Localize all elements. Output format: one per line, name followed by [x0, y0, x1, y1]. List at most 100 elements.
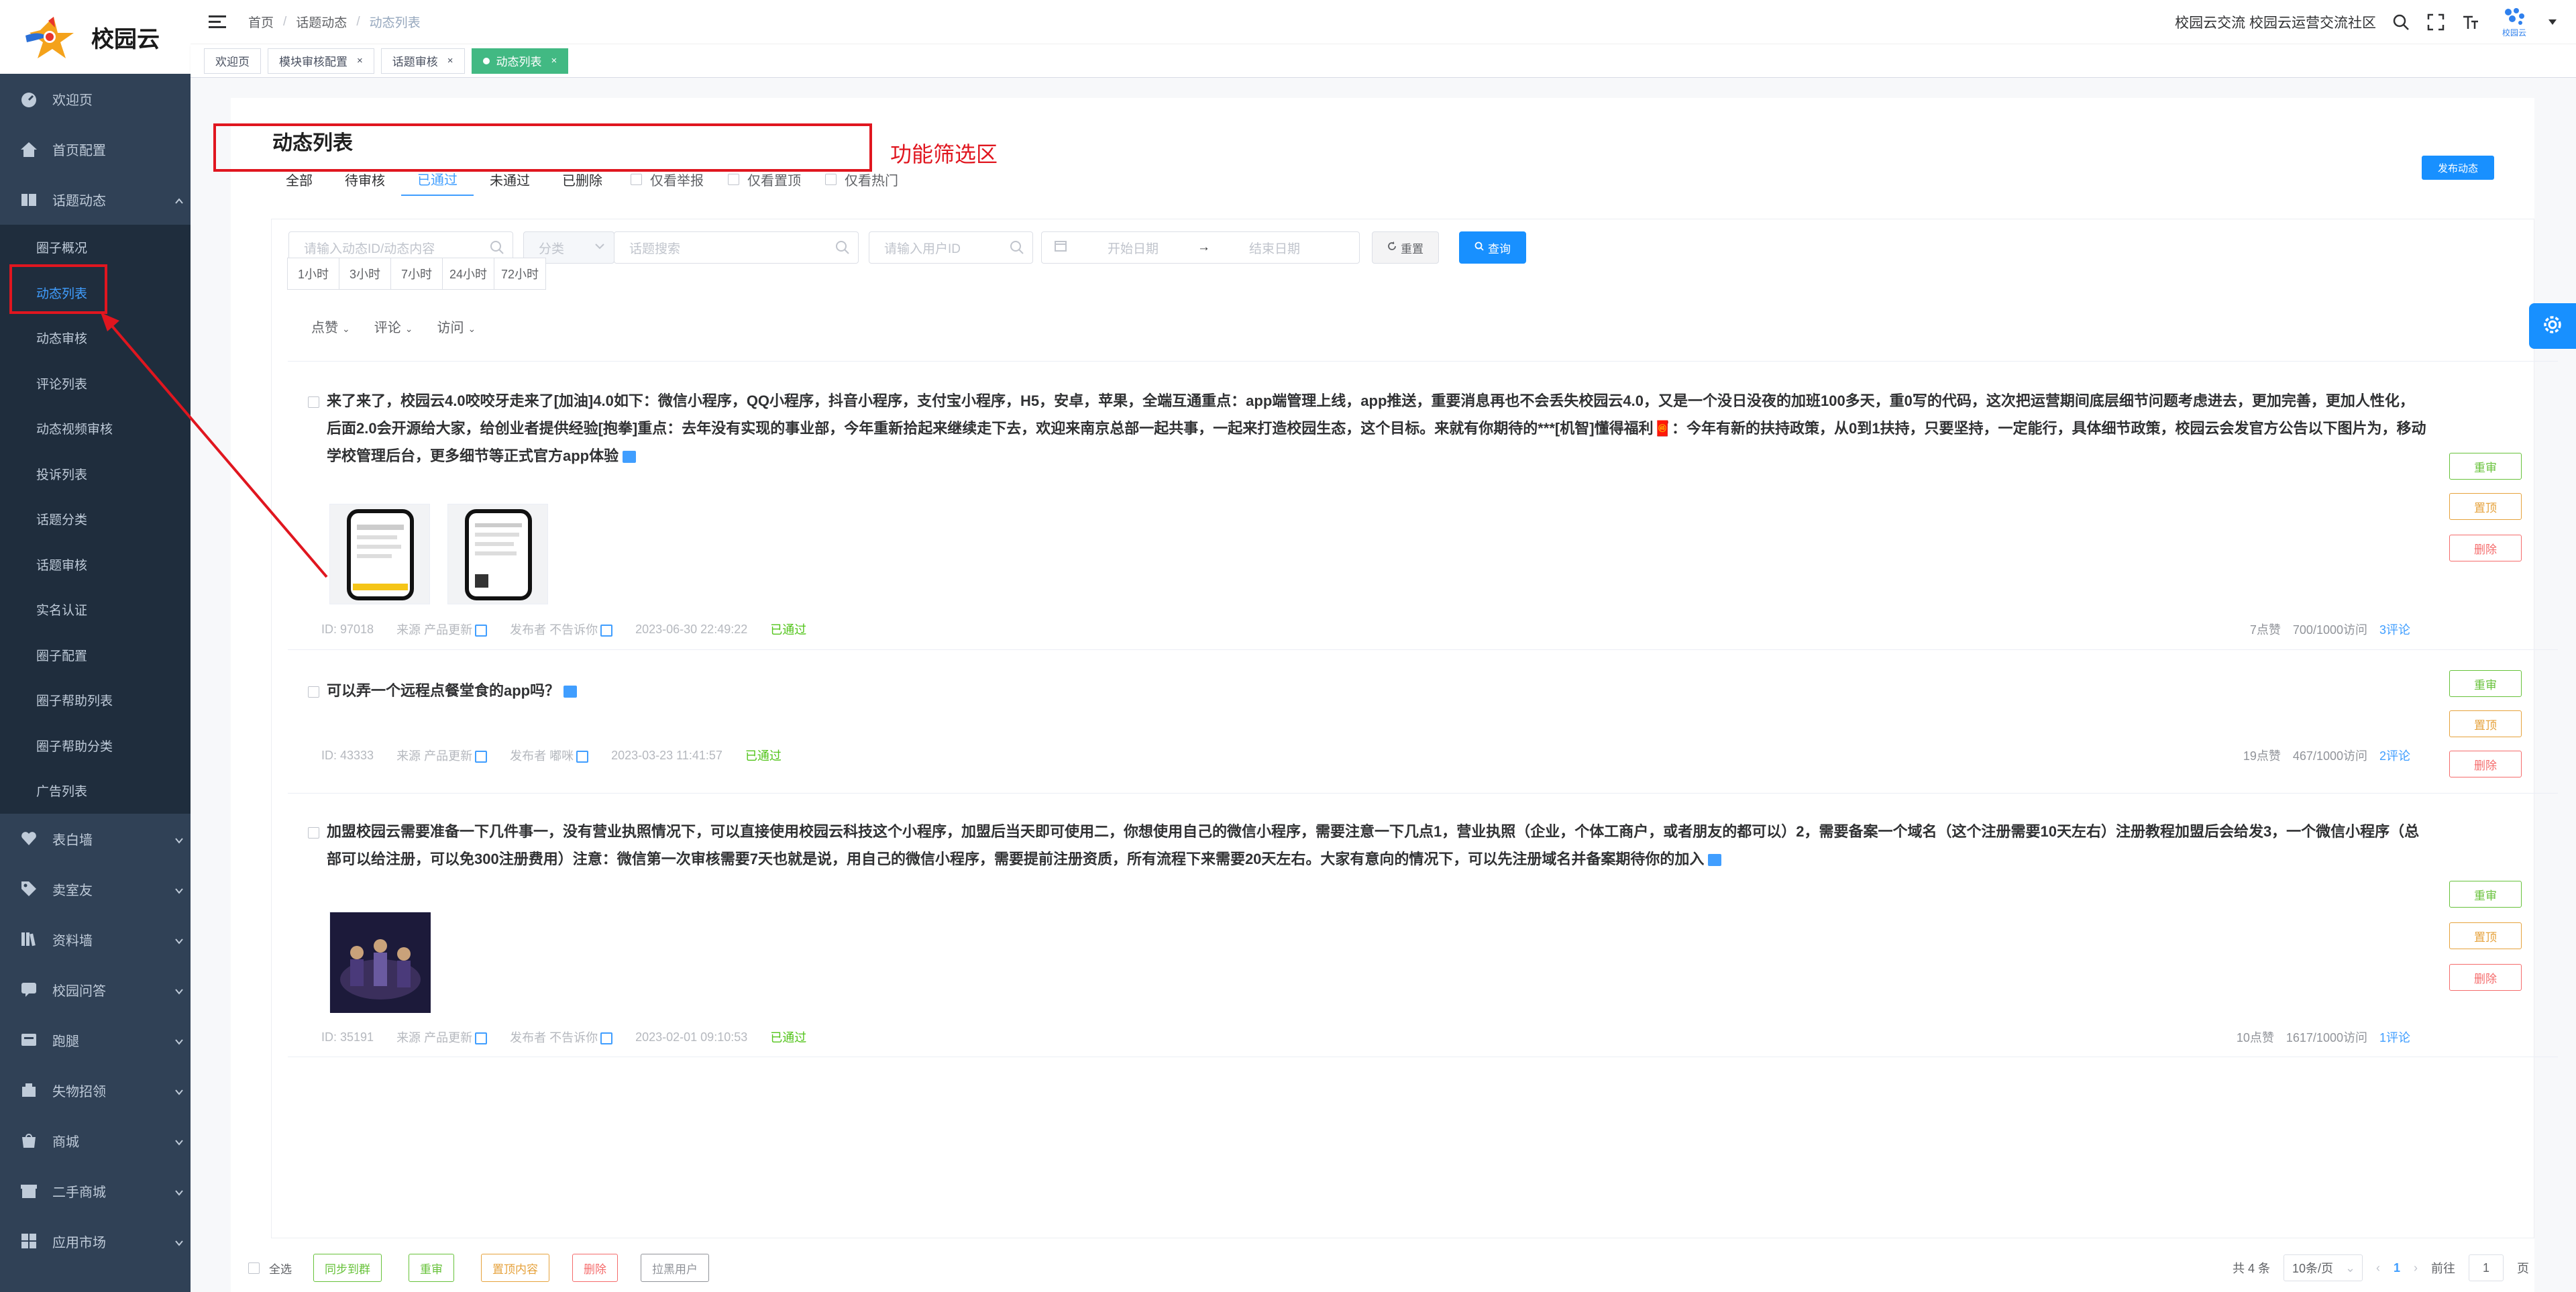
publish-post-button[interactable]: 发布动态 [2422, 156, 2494, 180]
page-size-select[interactable]: 10条/页 ⌄ [2283, 1254, 2363, 1281]
post-checkbox[interactable] [308, 827, 319, 839]
batch-delete-button[interactable]: 删除 [572, 1254, 618, 1282]
sidebar-item-app-market[interactable]: 应用市场 [0, 1216, 191, 1267]
goto-page-input[interactable]: 1 [2469, 1254, 2504, 1281]
avatar[interactable]: 校园云 [2496, 3, 2533, 41]
settings-tab[interactable] [2529, 303, 2576, 349]
pin-button[interactable]: 置顶 [2449, 922, 2522, 949]
review-button[interactable]: 重审 [2449, 670, 2522, 697]
sidebar-item-library[interactable]: 资料墙 [0, 914, 191, 965]
close-icon[interactable]: × [447, 55, 453, 66]
post-image[interactable] [447, 504, 548, 604]
sidebar-subitem[interactable]: 圈子帮助分类 [0, 723, 191, 769]
hamburger-icon[interactable] [204, 9, 231, 36]
time-filter-button[interactable]: 7小时 [390, 258, 443, 290]
sort-comments[interactable]: 评论 ⌄ [374, 317, 413, 336]
review-button[interactable]: 重审 [2449, 453, 2522, 480]
sidebar-subitem[interactable]: 评论列表 [0, 361, 191, 407]
batch-pin-button[interactable]: 置顶内容 [481, 1254, 549, 1282]
comments-count[interactable]: 1评论 [2379, 1028, 2410, 1046]
sidebar-subitem[interactable]: 话题分类 [0, 496, 191, 542]
author-edit-icon[interactable] [576, 751, 589, 763]
source-edit-icon[interactable] [475, 625, 488, 637]
sidebar-subitem[interactable]: 动态审核 [0, 315, 191, 361]
checkbox-box[interactable] [825, 173, 837, 185]
next-page-icon[interactable]: › [2414, 1261, 2418, 1275]
current-page[interactable]: 1 [2394, 1261, 2400, 1275]
sidebar-item-shop[interactable]: 商城 [0, 1116, 191, 1166]
sidebar-item-home-config[interactable]: 首页配置 [0, 124, 191, 174]
prev-page-icon[interactable]: ‹ [2376, 1261, 2380, 1275]
tag-post-list[interactable]: 动态列表 × [471, 48, 569, 74]
sidebar-item-lost-found[interactable]: 失物招领 [0, 1065, 191, 1116]
edit-icon[interactable] [1708, 854, 1722, 867]
source-edit-icon[interactable] [475, 1032, 488, 1045]
sidebar-item-roommate[interactable]: 卖室友 [0, 864, 191, 914]
sidebar-subitem[interactable]: 圈子概况 [0, 225, 191, 270]
sort-visits[interactable]: 访问 ⌄ [437, 317, 476, 336]
visits-count[interactable]: 1617/1000访问 [2286, 1028, 2367, 1046]
tag-module-review[interactable]: 模块审核配置 × [268, 48, 374, 74]
edit-icon[interactable] [623, 451, 637, 464]
checkbox-box[interactable] [248, 1262, 260, 1274]
likes-count[interactable]: 7点赞 [2250, 621, 2281, 638]
user-id-input[interactable]: 请输入用户ID [869, 231, 1033, 264]
sidebar-subitem[interactable]: 广告列表 [0, 768, 191, 814]
time-filter-button[interactable]: 24小时 [442, 258, 494, 290]
post-checkbox[interactable] [308, 396, 319, 408]
delete-button[interactable]: 删除 [2449, 964, 2522, 991]
post-checkbox[interactable] [308, 686, 319, 698]
blacklist-user-button[interactable]: 拉黑用户 [641, 1254, 709, 1282]
delete-button[interactable]: 删除 [2449, 751, 2522, 777]
sidebar-item-qa[interactable]: 校园问答 [0, 965, 191, 1015]
sidebar-subitem[interactable]: 实名认证 [0, 587, 191, 633]
caret-down-icon[interactable] [2548, 12, 2557, 32]
checkbox-reported[interactable]: 仅看举报 [619, 170, 716, 189]
logo[interactable]: 校园云 [0, 0, 191, 74]
comments-count[interactable]: 2评论 [2379, 747, 2410, 764]
time-filter-button[interactable]: 1小时 [287, 258, 339, 290]
post-image[interactable] [329, 912, 431, 1013]
font-size-icon[interactable] [2461, 12, 2481, 32]
query-button[interactable]: 查询 [1459, 231, 1526, 264]
checkbox-box[interactable] [728, 173, 739, 185]
date-range-picker[interactable]: 开始日期 → 结束日期 [1041, 231, 1360, 264]
sidebar-subitem[interactable]: 动态视频审核 [0, 406, 191, 451]
sidebar-item-welcome[interactable]: 欢迎页 [0, 74, 191, 124]
visits-count[interactable]: 467/1000访问 [2293, 747, 2367, 764]
breadcrumb-item[interactable]: 话题动态 [296, 13, 347, 31]
edit-icon[interactable] [564, 686, 578, 698]
sidebar-item-errand[interactable]: 跑腿 [0, 1015, 191, 1065]
likes-count[interactable]: 19点赞 [2243, 747, 2281, 764]
sidebar-item-topic[interactable]: 话题动态 [0, 174, 191, 225]
tag-topic-review[interactable]: 话题审核 × [380, 48, 465, 74]
author-edit-icon[interactable] [600, 1032, 613, 1045]
sidebar-item-confession[interactable]: 表白墙 [0, 814, 191, 864]
likes-count[interactable]: 10点赞 [2237, 1028, 2274, 1046]
delete-button[interactable]: 删除 [2449, 535, 2522, 561]
sidebar-subitem[interactable]: 话题审核 [0, 542, 191, 588]
breadcrumb-item[interactable]: 首页 [248, 13, 274, 31]
fullscreen-icon[interactable] [2426, 12, 2446, 32]
visits-count[interactable]: 700/1000访问 [2293, 621, 2367, 638]
sort-likes[interactable]: 点赞 ⌄ [311, 317, 350, 336]
close-icon[interactable]: × [357, 55, 363, 66]
time-filter-button[interactable]: 72小时 [494, 258, 546, 290]
sidebar-subitem[interactable]: 投诉列表 [0, 451, 191, 497]
time-filter-button[interactable]: 3小时 [339, 258, 391, 290]
sync-group-button[interactable]: 同步到群 [313, 1254, 382, 1282]
checkbox-pinned[interactable]: 仅看置顶 [716, 170, 813, 189]
checkbox-box[interactable] [631, 173, 642, 185]
topic-search-input[interactable]: 话题搜索 [614, 231, 859, 264]
pin-button[interactable]: 置顶 [2449, 493, 2522, 520]
search-icon[interactable] [2391, 12, 2411, 32]
select-all-checkbox[interactable]: 全选 [248, 1260, 292, 1277]
pin-button[interactable]: 置顶 [2449, 710, 2522, 737]
post-image[interactable] [329, 504, 430, 604]
tag-welcome[interactable]: 欢迎页 [204, 48, 261, 74]
close-icon[interactable]: × [551, 55, 557, 66]
sidebar-item-secondhand[interactable]: 二手商城 [0, 1166, 191, 1216]
review-button[interactable]: 重审 [2449, 881, 2522, 908]
author-edit-icon[interactable] [600, 625, 613, 637]
checkbox-hot[interactable]: 仅看热门 [813, 170, 910, 189]
